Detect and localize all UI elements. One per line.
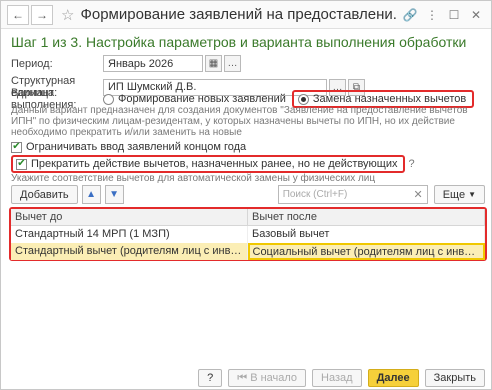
forward-arrow-icon[interactable]: → xyxy=(31,4,53,25)
stop-label: Прекратить действие вычетов, назначенных… xyxy=(31,158,398,170)
table-header: Вычет до Вычет после xyxy=(11,209,485,226)
deductions-table: Вычет до Вычет после Стандартный 14 МРП … xyxy=(9,207,487,261)
step-title: Шаг 1 из 3. Настройка параметров и вариа… xyxy=(11,34,467,50)
table-toolbar: Добавить ▲ ▼ Поиск (Ctrl+F) ✕ Еще ▼ xyxy=(11,185,485,204)
period-label: Период: xyxy=(11,57,53,70)
start-label: В начало xyxy=(250,372,298,384)
clear-icon[interactable]: ✕ xyxy=(413,188,422,201)
mapping-hint: Укажите соответствие вычетов для автомат… xyxy=(11,173,376,184)
help-icon[interactable]: ? xyxy=(409,158,415,170)
column-header-before[interactable]: Вычет до xyxy=(11,209,248,225)
stop-checkbox[interactable]: ✔ Прекратить действие вычетов, назначенн… xyxy=(11,155,405,173)
help-button[interactable]: ? xyxy=(198,369,223,387)
move-down-icon[interactable]: ▼ xyxy=(104,185,124,204)
more-vertical-icon[interactable]: ⋮ xyxy=(423,8,441,22)
back-button[interactable]: Назад xyxy=(312,369,362,387)
radio-circle[interactable] xyxy=(103,93,114,105)
check-icon[interactable]: ✔ xyxy=(16,158,27,170)
limit-label: Ограничивать ввод заявлений концом года xyxy=(26,141,247,153)
radio-new-statements[interactable]: Формирование новых заявлений xyxy=(103,93,286,105)
radio-circle-selected[interactable] xyxy=(297,93,309,105)
variant-description: Данный вариант предназначен для создания… xyxy=(11,105,468,138)
period-row: Период: Январь 2026 ▦ … xyxy=(11,55,241,72)
cell-after-current[interactable]: Социальный вычет (родителям лиц с инвали… xyxy=(247,243,485,260)
form-window: ← → ☆ Формирование заявлений на предоста… xyxy=(0,0,492,390)
title-bar: ← → ☆ Формирование заявлений на предоста… xyxy=(1,1,491,29)
window-title: Формирование заявлений на предоставлени.… xyxy=(80,6,397,23)
start-button[interactable]: ⏮ В начало xyxy=(228,369,307,387)
period-select-icon[interactable]: … xyxy=(224,55,241,72)
more-button[interactable]: Еще ▼ xyxy=(433,185,485,204)
close-icon[interactable]: ✕ xyxy=(467,8,485,22)
radio-replace-label: Замена назначенных вычетов xyxy=(312,93,467,105)
move-up-icon[interactable]: ▲ xyxy=(81,185,101,204)
check-icon[interactable]: ✔ xyxy=(11,141,22,153)
radio-new-label: Формирование новых заявлений xyxy=(118,93,286,105)
period-field[interactable]: Январь 2026 xyxy=(103,55,203,72)
limit-checkbox[interactable]: ✔ Ограничивать ввод заявлений концом год… xyxy=(11,141,246,153)
table-row-selected[interactable]: Стандартный вычет (родителям лиц с инвал… xyxy=(11,243,485,260)
calendar-icon[interactable]: ▦ xyxy=(205,55,222,72)
maximize-icon[interactable]: ☐ xyxy=(445,8,463,22)
stop-row: ✔ Прекратить действие вычетов, назначенн… xyxy=(11,155,415,173)
footer-bar: ? ⏮ В начало Назад Далее Закрыть xyxy=(1,367,491,389)
cell-before[interactable]: Стандартный 14 МРП (1 МЗП) xyxy=(11,226,248,243)
link-icon[interactable]: 🔗 xyxy=(401,8,419,22)
next-button[interactable]: Далее xyxy=(367,369,419,387)
search-input[interactable]: Поиск (Ctrl+F) ✕ xyxy=(277,185,428,204)
table-row[interactable]: Стандартный 14 МРП (1 МЗП) Базовый вычет xyxy=(11,226,485,243)
more-label: Еще xyxy=(442,188,466,201)
chevron-down-icon: ▼ xyxy=(468,190,476,199)
close-button[interactable]: Закрыть xyxy=(424,369,485,387)
back-arrow-icon[interactable]: ← xyxy=(7,4,29,25)
cell-before[interactable]: Стандартный вычет (родителям лиц с инвал… xyxy=(11,243,248,260)
add-button[interactable]: Добавить xyxy=(11,185,78,204)
cell-after[interactable]: Базовый вычет xyxy=(248,226,485,243)
search-placeholder: Поиск (Ctrl+F) xyxy=(282,189,348,200)
column-header-after[interactable]: Вычет после xyxy=(248,209,485,225)
limit-row: ✔ Ограничивать ввод заявлений концом год… xyxy=(11,141,246,153)
first-icon: ⏮ xyxy=(237,371,248,384)
favorite-star-icon[interactable]: ☆ xyxy=(61,6,74,24)
